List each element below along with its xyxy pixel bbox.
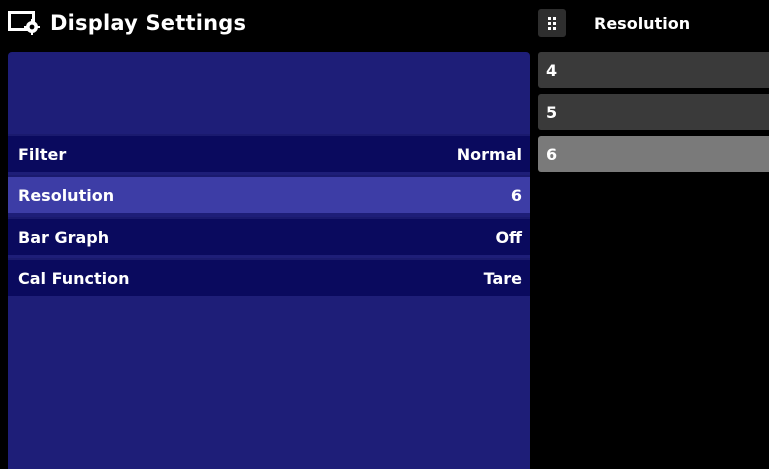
grid-menu-icon[interactable] bbox=[538, 9, 566, 37]
setting-label: Resolution bbox=[18, 185, 115, 205]
option-label: 6 bbox=[546, 144, 558, 164]
setting-row-filter[interactable]: Filter Normal bbox=[8, 134, 530, 172]
popup-title: Resolution bbox=[594, 13, 691, 33]
setting-value: 6 bbox=[510, 185, 522, 205]
setting-value: Normal bbox=[456, 144, 522, 164]
display-settings-icon[interactable] bbox=[8, 9, 42, 37]
resolution-option-5[interactable]: 5 bbox=[538, 94, 769, 130]
option-label: 4 bbox=[546, 60, 558, 80]
setting-label: Bar Graph bbox=[18, 227, 110, 247]
setting-row-cal-function[interactable]: Cal Function Tare bbox=[8, 258, 530, 296]
settings-header: Display Settings bbox=[0, 0, 532, 46]
setting-label: Filter bbox=[18, 144, 67, 164]
setting-value: Tare bbox=[483, 268, 522, 288]
option-label: 5 bbox=[546, 102, 558, 122]
setting-value: Off bbox=[495, 227, 522, 247]
resolution-popup-header: Resolution bbox=[538, 0, 769, 46]
setting-label: Cal Function bbox=[18, 268, 130, 288]
setting-row-resolution[interactable]: Resolution 6 bbox=[8, 175, 530, 213]
page-title: Display Settings bbox=[50, 11, 247, 35]
resolution-option-6[interactable]: 6 bbox=[538, 136, 769, 172]
resolution-option-4[interactable]: 4 bbox=[538, 52, 769, 88]
setting-row-bar-graph[interactable]: Bar Graph Off bbox=[8, 217, 530, 255]
